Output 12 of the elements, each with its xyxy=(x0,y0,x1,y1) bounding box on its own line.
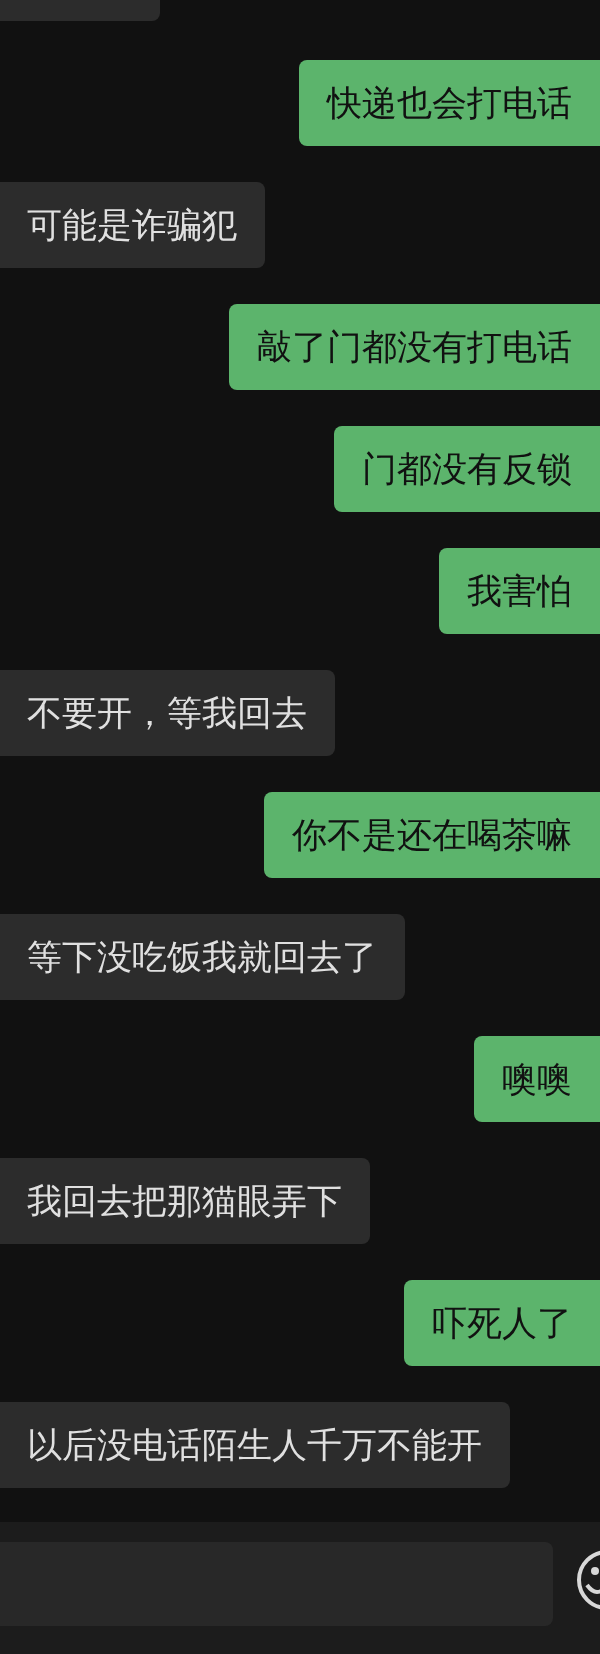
message-bubble: 吓死人了 xyxy=(404,1280,600,1366)
message-bubble: 噢噢 xyxy=(474,1036,600,1122)
message-bubble: 门都没有反锁 xyxy=(334,426,600,512)
message-bubble: 我害怕 xyxy=(439,548,600,634)
message-bubble: 可能是诈骗犯 xyxy=(0,182,265,268)
message-bubble: 以后没电话陌生人千万不能开 xyxy=(0,1402,510,1488)
message-bubble: 敲了门都没有打电话 xyxy=(229,304,600,390)
message-bubble: 你不是还在喝茶嘛 xyxy=(264,792,600,878)
message-bubble: 不要开，等我回去 xyxy=(0,670,335,756)
message-bubble: 我回去把那猫眼弄下 xyxy=(0,1158,370,1244)
message-bubble: 等下没吃饭我就回去了 xyxy=(0,914,405,1000)
message-bubble: 快递也会打电话 xyxy=(299,60,600,146)
